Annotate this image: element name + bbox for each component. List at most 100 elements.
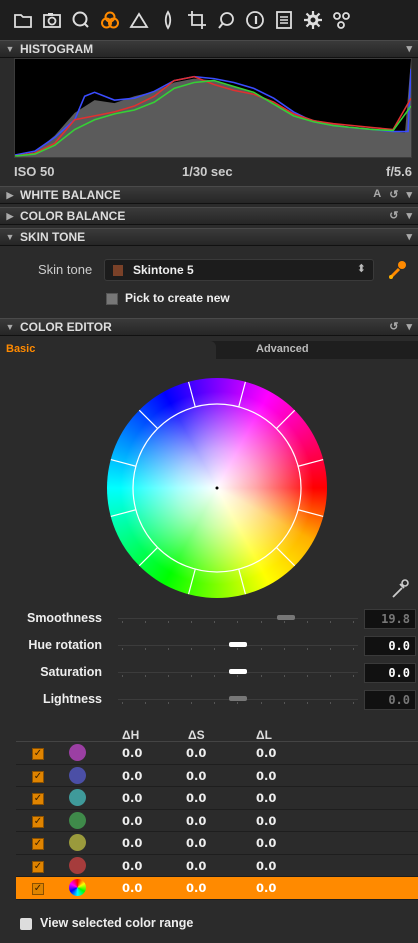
delta-l-header: ΔL: [256, 728, 272, 742]
delta-h-value: 0.0: [122, 836, 143, 850]
smoothness-slider[interactable]: [118, 612, 358, 626]
table-row[interactable]: ✓ 0.0 0.0 0.0: [16, 832, 418, 855]
skin-tone-header[interactable]: ▼ SKIN TONE ▾: [0, 228, 418, 246]
table-row[interactable]: ✓ 0.0 0.0 0.0: [16, 877, 418, 900]
color-wheel[interactable]: [107, 378, 327, 598]
hue-rotation-value[interactable]: 0.0: [364, 636, 416, 656]
output-icon[interactable]: [269, 5, 298, 35]
delta-s-value: 0.0: [186, 813, 207, 828]
delta-h-value: 0.0: [122, 768, 143, 783]
delta-h-value: 0.0: [122, 791, 143, 805]
section-menu-icon[interactable]: ▾: [406, 42, 412, 55]
skin-tone-label: Skin tone: [38, 262, 93, 277]
table-row[interactable]: ✓ 0.0 0.0 0.0: [16, 855, 418, 877]
section-menu-icon[interactable]: ▾: [406, 188, 412, 201]
lightness-slider[interactable]: [118, 693, 358, 707]
tab-advanced[interactable]: Advanced: [222, 341, 418, 359]
delta-l-value: 0.0: [256, 791, 277, 805]
skin-tone-picker-icon[interactable]: [386, 259, 410, 281]
section-menu-icon[interactable]: ▾: [406, 230, 412, 243]
pick-new-checkbox[interactable]: [106, 293, 118, 305]
row-checkbox[interactable]: ✓: [32, 815, 44, 828]
histogram-graph: [14, 58, 412, 158]
color-editor-title: COLOR EDITOR: [20, 320, 112, 334]
view-range-checkbox[interactable]: [20, 918, 32, 930]
color-balance-title: COLOR BALANCE: [20, 209, 126, 223]
lightness-label: Lightness: [42, 692, 102, 706]
row-checkbox[interactable]: ✓: [32, 770, 44, 783]
metadata-icon[interactable]: [240, 5, 269, 35]
delta-h-value: 0.0: [122, 746, 143, 760]
smoothness-thumb[interactable]: [277, 615, 295, 620]
color-editor-tabs: Basic Advanced: [0, 341, 418, 359]
row-checkbox[interactable]: ✓: [32, 793, 44, 805]
histogram-header[interactable]: ▼ HISTOGRAM ▾: [0, 40, 418, 58]
color-icon[interactable]: [95, 5, 124, 35]
details-icon[interactable]: [153, 5, 182, 35]
color-swatch[interactable]: [69, 744, 86, 761]
smoothness-value[interactable]: 19.8: [364, 609, 416, 629]
aperture-value: f/5.6: [385, 164, 412, 179]
skin-tone-select[interactable]: Skintone 5 ⬍: [104, 259, 374, 281]
table-row[interactable]: ✓ 0.0 0.0 0.0: [16, 742, 418, 765]
exif-readout: ISO 50 1/30 sec f/5.6: [0, 160, 418, 184]
collapse-triangle-icon: ▼: [5, 232, 15, 242]
white-balance-header[interactable]: ▶ WHITE BALANCE A ↺ ▾: [0, 186, 418, 204]
saturation-label: Saturation: [40, 665, 102, 679]
reset-icon[interactable]: ↺: [389, 188, 398, 201]
expand-triangle-icon: ▶: [6, 210, 14, 221]
lens-icon[interactable]: [66, 5, 95, 35]
view-range-label: View selected color range: [40, 916, 194, 930]
exposure-icon[interactable]: [124, 5, 153, 35]
delta-h-value: 0.0: [122, 881, 143, 895]
settings-icon[interactable]: [298, 5, 327, 35]
row-checkbox[interactable]: ✓: [32, 838, 44, 850]
color-balance-header[interactable]: ▶ COLOR BALANCE ↺ ▾: [0, 207, 418, 225]
table-row[interactable]: ✓ 0.0 0.0 0.0: [16, 765, 418, 787]
hue-rotation-label: Hue rotation: [28, 638, 102, 652]
tab-advanced-label: Advanced: [256, 343, 309, 355]
hue-rotation-thumb[interactable]: [229, 642, 247, 647]
delta-s-value: 0.0: [186, 791, 207, 805]
color-swatch[interactable]: [69, 856, 86, 874]
lightness-value[interactable]: 0.0: [364, 690, 416, 710]
reset-icon[interactable]: ↺: [389, 320, 398, 333]
hue-rotation-slider[interactable]: [118, 639, 358, 653]
capture-icon[interactable]: [37, 5, 66, 35]
reset-icon[interactable]: ↺: [389, 209, 398, 222]
delta-s-value: 0.0: [186, 858, 207, 873]
color-swatch[interactable]: [69, 811, 86, 829]
adjustments-icon[interactable]: [211, 5, 240, 35]
color-picker-dropper-icon[interactable]: [390, 578, 410, 600]
saturation-slider[interactable]: [118, 666, 358, 680]
library-icon[interactable]: [8, 5, 37, 35]
row-checkbox[interactable]: ✓: [32, 883, 44, 895]
delta-s-value: 0.0: [186, 746, 207, 760]
row-checkbox[interactable]: ✓: [32, 748, 44, 760]
color-swatch[interactable]: [69, 789, 86, 806]
tab-basic[interactable]: Basic: [0, 341, 216, 359]
section-menu-icon[interactable]: ▾: [406, 320, 412, 333]
lightness-thumb[interactable]: [229, 696, 247, 701]
color-swatch[interactable]: [69, 834, 86, 851]
delta-h-value: 0.0: [122, 858, 143, 873]
select-arrows-icon: ⬍: [356, 263, 366, 275]
crop-icon[interactable]: [182, 5, 211, 35]
tab-basic-label: Basic: [6, 343, 36, 355]
saturation-thumb[interactable]: [229, 669, 247, 674]
smoothness-slider-row: Smoothness 19.8: [0, 608, 418, 630]
delta-l-value: 0.0: [256, 858, 277, 873]
batch-icon[interactable]: [327, 5, 356, 35]
auto-button[interactable]: A: [373, 188, 381, 201]
color-editor-header[interactable]: ▼ COLOR EDITOR ↺ ▾: [0, 318, 418, 336]
color-wheel-segments: [110, 381, 324, 595]
saturation-value[interactable]: 0.0: [364, 663, 416, 683]
color-swatch[interactable]: [69, 766, 86, 784]
row-checkbox[interactable]: ✓: [32, 860, 44, 873]
table-row[interactable]: ✓ 0.0 0.0 0.0: [16, 787, 418, 810]
section-menu-icon[interactable]: ▾: [406, 209, 412, 222]
white-balance-title: WHITE BALANCE: [20, 188, 121, 202]
table-row[interactable]: ✓ 0.0 0.0 0.0: [16, 810, 418, 832]
shutter-value: 1/30 sec: [182, 164, 233, 179]
color-swatch[interactable]: [69, 879, 86, 896]
